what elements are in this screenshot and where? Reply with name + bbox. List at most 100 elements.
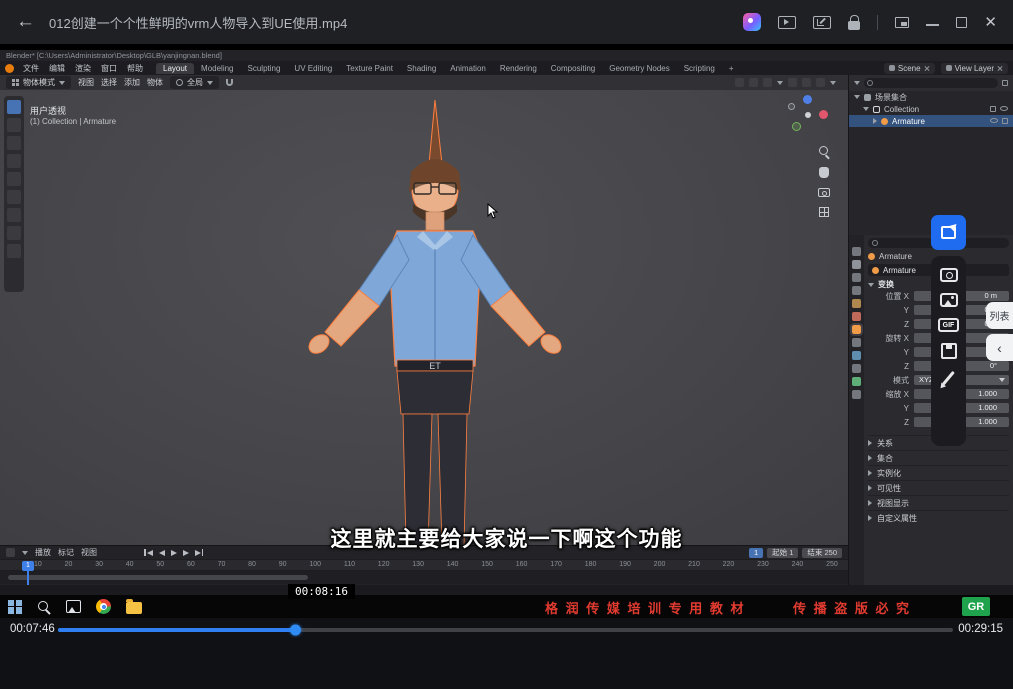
outliner-search-input[interactable] bbox=[864, 78, 998, 88]
minimize-button[interactable] bbox=[926, 24, 939, 26]
view-layer-clear-icon[interactable] bbox=[997, 65, 1003, 71]
outliner-row-scene-collection[interactable]: 场景集合 bbox=[849, 91, 1013, 103]
modifiers-tab-icon[interactable] bbox=[852, 338, 861, 347]
menu-view[interactable]: 视图 bbox=[78, 77, 94, 88]
proportional-edit-icon[interactable] bbox=[735, 78, 744, 87]
expand-icon[interactable] bbox=[873, 118, 877, 124]
menu-edit[interactable]: 编辑 bbox=[44, 63, 70, 74]
tool-cursor-icon[interactable] bbox=[7, 118, 21, 132]
eye-icon[interactable] bbox=[1000, 106, 1008, 111]
gizmo-neg-axis[interactable] bbox=[788, 103, 795, 110]
workspace-tab[interactable]: Modeling bbox=[194, 63, 240, 74]
workspace-add-tab[interactable]: + bbox=[722, 63, 741, 74]
tool-transform-icon[interactable] bbox=[7, 190, 21, 204]
collapse-chevron-tab[interactable]: ‹ bbox=[986, 334, 1013, 361]
workspace-tab[interactable]: UV Editing bbox=[287, 63, 339, 74]
workspace-tab[interactable]: Animation bbox=[443, 63, 493, 74]
menu-file[interactable]: 文件 bbox=[18, 63, 44, 74]
horizontal-scrollbar[interactable] bbox=[8, 575, 308, 580]
expand-icon[interactable] bbox=[854, 95, 860, 99]
shading-rendered-icon[interactable] bbox=[816, 78, 825, 87]
tv-play-icon[interactable] bbox=[778, 16, 796, 29]
maximize-button[interactable] bbox=[956, 17, 967, 28]
snap-magnet-icon[interactable] bbox=[226, 79, 233, 86]
menu-render[interactable]: 渲染 bbox=[70, 63, 96, 74]
section-instancing[interactable]: 实例化 bbox=[868, 465, 1009, 480]
navigation-gizmo[interactable] bbox=[788, 95, 828, 135]
ortho-grid-icon[interactable] bbox=[819, 207, 829, 217]
outliner-filter-toggle-icon[interactable] bbox=[1002, 80, 1008, 86]
tool-annotate-icon[interactable] bbox=[7, 208, 21, 222]
menu-select[interactable]: 选择 bbox=[101, 77, 117, 88]
image-capture-icon[interactable] bbox=[940, 293, 958, 307]
screenshot-camera-icon[interactable] bbox=[940, 268, 958, 282]
playhead[interactable]: 1 bbox=[22, 560, 34, 571]
frame-ruler[interactable]: 10 20 30 40 50 60 70 80 90 100 110 120 1… bbox=[0, 559, 848, 571]
tool-tab-icon[interactable] bbox=[852, 247, 861, 256]
camera-view-icon[interactable] bbox=[818, 188, 830, 197]
pan-hand-icon[interactable] bbox=[819, 167, 829, 178]
tool-scale-icon[interactable] bbox=[7, 172, 21, 186]
overlays-toggle-icon[interactable] bbox=[763, 78, 772, 87]
render-toggle-icon[interactable] bbox=[1002, 118, 1008, 124]
tool-add-cube-icon[interactable] bbox=[7, 244, 21, 258]
checkbox-icon[interactable] bbox=[990, 106, 996, 112]
save-icon[interactable] bbox=[941, 343, 957, 359]
orientation-dropdown[interactable]: 全局 bbox=[170, 76, 219, 89]
eye-icon[interactable] bbox=[990, 118, 998, 123]
outliner-row-armature[interactable]: Armature bbox=[849, 115, 1013, 127]
workspace-tab[interactable]: Sculpting bbox=[241, 63, 288, 74]
tool-measure-icon[interactable] bbox=[7, 226, 21, 240]
shading-material-icon[interactable] bbox=[802, 78, 811, 87]
tool-rotate-icon[interactable] bbox=[7, 154, 21, 168]
gif-record-icon[interactable]: GIF bbox=[938, 318, 959, 332]
menu-window[interactable]: 窗口 bbox=[96, 63, 122, 74]
world-tab-icon[interactable] bbox=[852, 312, 861, 321]
workspace-tab[interactable]: Scripting bbox=[677, 63, 722, 74]
workspace-tab[interactable]: Compositing bbox=[544, 63, 602, 74]
workspace-tab[interactable]: Rendering bbox=[493, 63, 544, 74]
zoom-icon[interactable] bbox=[819, 146, 830, 157]
gizmo-z-axis[interactable] bbox=[803, 95, 812, 104]
mini-player-icon[interactable] bbox=[895, 17, 909, 28]
progress-bar[interactable] bbox=[58, 628, 953, 632]
progress-knob[interactable] bbox=[290, 625, 301, 636]
scene-selector[interactable]: Scene bbox=[884, 63, 935, 74]
blender-logo-icon[interactable] bbox=[5, 64, 14, 73]
workspace-tab[interactable]: Geometry Nodes bbox=[602, 63, 676, 74]
gizmo-x-axis[interactable] bbox=[819, 110, 828, 119]
character-model[interactable]: ET bbox=[285, 98, 585, 545]
physics-tab-icon[interactable] bbox=[852, 351, 861, 360]
output-tab-icon[interactable] bbox=[852, 273, 861, 282]
gizmo-y-axis[interactable] bbox=[792, 122, 801, 131]
scene-clear-icon[interactable] bbox=[924, 65, 930, 71]
pencil-annotate-icon[interactable] bbox=[942, 371, 955, 385]
recorder-share-button[interactable] bbox=[931, 215, 966, 250]
video-area[interactable]: Blender* [C:\Users\Administrator\Desktop… bbox=[0, 44, 1013, 618]
view-layer-tab-icon[interactable] bbox=[852, 286, 861, 295]
tool-select-icon[interactable] bbox=[7, 100, 21, 114]
back-button[interactable]: ← bbox=[16, 11, 35, 33]
outliner-row-collection[interactable]: Collection bbox=[849, 103, 1013, 115]
section-visibility[interactable]: 可见性 bbox=[868, 480, 1009, 495]
menu-add[interactable]: 添加 bbox=[124, 77, 140, 88]
render-tab-icon[interactable] bbox=[852, 260, 861, 269]
lock-icon[interactable] bbox=[848, 21, 860, 30]
object-tab-icon[interactable] bbox=[852, 325, 861, 334]
constraints-tab-icon[interactable] bbox=[852, 364, 861, 373]
viewport-3d[interactable]: 用户透视 (1) Collection | Armature bbox=[0, 75, 848, 545]
scene-tab-icon[interactable] bbox=[852, 299, 861, 308]
material-tab-icon[interactable] bbox=[852, 390, 861, 399]
workspace-tab[interactable]: Layout bbox=[156, 63, 194, 74]
expand-icon[interactable] bbox=[863, 107, 869, 111]
object-data-tab-icon[interactable] bbox=[852, 377, 861, 386]
close-button[interactable]: ✕ bbox=[984, 15, 997, 30]
screen-cast-icon[interactable] bbox=[813, 16, 831, 29]
section-collections[interactable]: 集合 bbox=[868, 450, 1009, 465]
app-logo-icon[interactable] bbox=[743, 13, 761, 31]
shading-solid-icon[interactable] bbox=[788, 78, 797, 87]
list-side-tab[interactable]: 列表 bbox=[986, 302, 1013, 329]
filter-icon[interactable] bbox=[854, 81, 860, 85]
xray-toggle-icon[interactable] bbox=[749, 78, 758, 87]
mode-dropdown[interactable]: 物体模式 bbox=[6, 76, 71, 89]
